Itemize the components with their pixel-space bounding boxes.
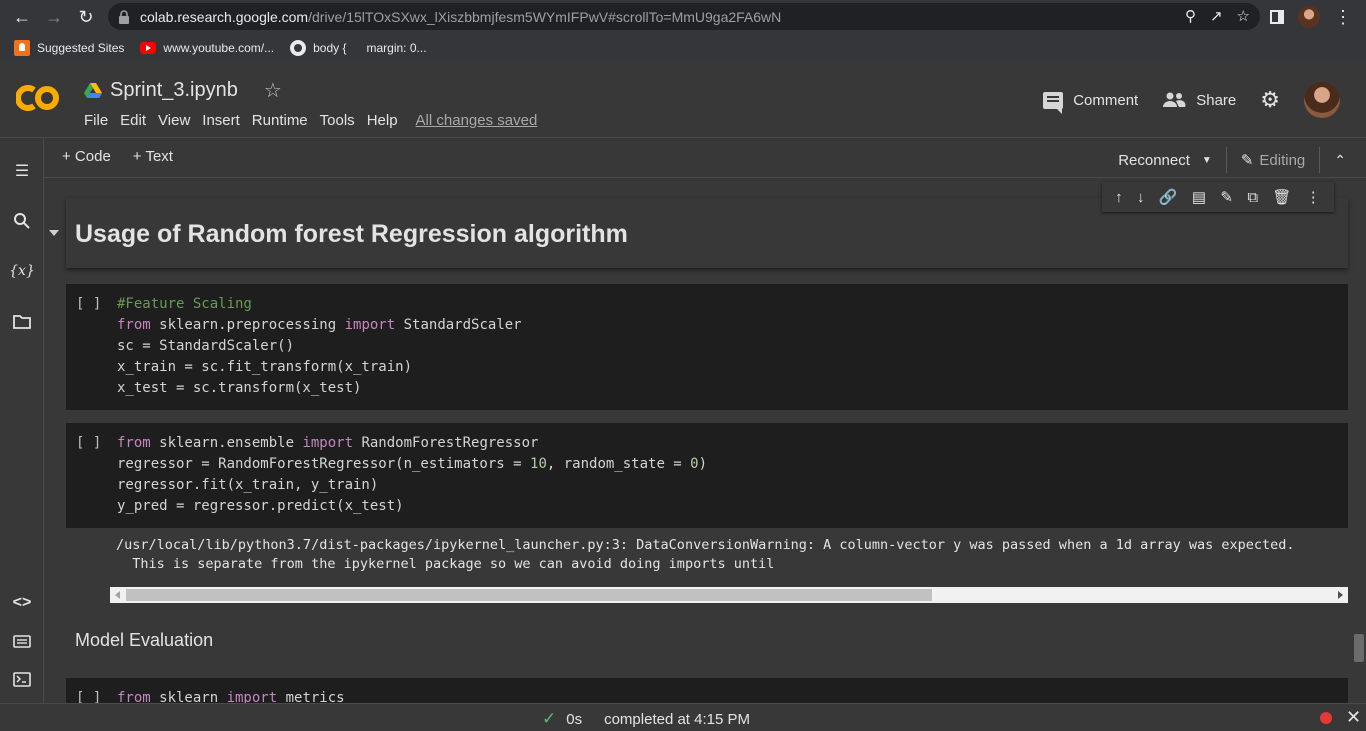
- folder-icon[interactable]: [11, 310, 33, 332]
- address-bar[interactable]: colab.research.google.com/drive/15lTOxSX…: [108, 3, 1260, 30]
- forward-arrow-icon[interactable]: →: [38, 3, 70, 31]
- menu-file[interactable]: File: [78, 112, 114, 129]
- notebook-title[interactable]: Sprint_3.ipynb: [110, 79, 238, 102]
- bookmark-github[interactable]: body {: [290, 40, 347, 56]
- side-panel-icon[interactable]: [1270, 10, 1284, 24]
- code-snippets-icon[interactable]: <>: [11, 592, 33, 614]
- mirror-cell-icon[interactable]: ⧉: [1247, 189, 1258, 206]
- output-line: This is separate from the ipykernel pack…: [116, 556, 775, 572]
- cell-output: /usr/local/lib/python3.7/dist-packages/i…: [116, 536, 1295, 574]
- status-bar: ✓ 0s completed at 4:15 PM ✕: [0, 703, 1366, 731]
- code-cell-scaling[interactable]: [ ] #Feature Scaling from sklearn.prepro…: [66, 284, 1348, 410]
- toolbar-divider: [1225, 147, 1227, 173]
- menu-edit[interactable]: Edit: [114, 112, 152, 129]
- variables-icon[interactable]: {x}: [9, 260, 35, 282]
- checkmark-icon: ✓: [542, 709, 557, 728]
- more-options-icon[interactable]: ⋮: [1306, 188, 1321, 206]
- share-page-icon[interactable]: ↗: [1210, 7, 1223, 25]
- notebook-area: Usage of Random forest Regression algori…: [44, 178, 1366, 703]
- cell-toolbar: ↑ ↓ 🔗 ▤ ✎ ⧉ 🗑 ⋮: [1102, 182, 1334, 212]
- scroll-right-icon[interactable]: [1338, 591, 1343, 599]
- save-status[interactable]: All changes saved: [410, 112, 544, 129]
- editing-mode-button[interactable]: ✎ Editing: [1240, 151, 1305, 170]
- run-cell-button[interactable]: [ ]: [76, 690, 101, 703]
- vertical-scrollbar-thumb[interactable]: [1354, 634, 1364, 662]
- reconnect-button[interactable]: Reconnect ▼: [1118, 152, 1212, 169]
- code-editor[interactable]: from sklearn import metrics: [117, 688, 345, 703]
- lock-icon: [119, 9, 129, 24]
- edit-pencil-icon[interactable]: ✎: [1220, 188, 1233, 206]
- colab-header: Sprint_3.ipynb ☆ File Edit View Insert R…: [0, 62, 1366, 138]
- bookmark-star-icon[interactable]: ☆: [1237, 7, 1250, 25]
- menu-tools[interactable]: Tools: [314, 112, 361, 129]
- user-avatar[interactable]: [1304, 82, 1340, 118]
- chrome-menu-icon[interactable]: ⋮: [1334, 8, 1352, 26]
- people-icon: [1163, 92, 1186, 107]
- settings-gear-icon[interactable]: ⚙: [1260, 87, 1280, 113]
- search-icon[interactable]: [11, 210, 33, 232]
- comment-icon: [1043, 91, 1064, 114]
- output-horizontal-scrollbar[interactable]: [110, 587, 1348, 603]
- menu-view[interactable]: View: [152, 112, 196, 129]
- star-icon[interactable]: ☆: [264, 78, 282, 103]
- code-editor[interactable]: from sklearn.ensemble import RandomFores…: [117, 433, 707, 517]
- browser-toolbar: ← → ↻ colab.research.google.com/drive/15…: [0, 0, 1366, 34]
- menu-runtime[interactable]: Runtime: [246, 112, 314, 129]
- command-palette-icon[interactable]: [11, 630, 33, 652]
- add-code-button[interactable]: + Code: [62, 148, 111, 165]
- pencil-icon: ✎: [1240, 152, 1254, 169]
- profile-avatar[interactable]: [1298, 6, 1320, 28]
- table-of-contents-icon[interactable]: ☰: [11, 160, 33, 182]
- menu-bar: File Edit View Insert Runtime Tools Help…: [78, 112, 543, 129]
- output-line: /usr/local/lib/python3.7/dist-packages/i…: [116, 537, 1295, 553]
- reload-icon[interactable]: ↻: [70, 3, 102, 31]
- close-icon[interactable]: ✕: [1346, 707, 1361, 728]
- bookmark-suggested-sites[interactable]: Suggested Sites: [14, 40, 124, 56]
- left-sidebar: ☰ {x} <>: [0, 138, 44, 703]
- back-arrow-icon[interactable]: ←: [6, 3, 38, 31]
- add-text-button[interactable]: + Text: [133, 148, 173, 165]
- share-button[interactable]: Share: [1162, 92, 1236, 109]
- zoom-icon[interactable]: ⚲: [1185, 7, 1196, 25]
- menu-help[interactable]: Help: [361, 112, 404, 129]
- section-heading: Usage of Random forest Regression algori…: [75, 220, 628, 248]
- url-host: colab.research.google.com: [140, 8, 309, 25]
- url-path: /drive/15lTOxSXwx_lXiszbbmjfesm5WYmIFPwV…: [308, 8, 782, 25]
- bookmarks-bar: Suggested Sites www.youtube.com/... body…: [0, 34, 1366, 62]
- colab-logo[interactable]: [16, 82, 62, 114]
- collapse-section-icon[interactable]: [49, 230, 59, 236]
- text-cell-heading[interactable]: Model Evaluation: [75, 630, 213, 651]
- suggested-sites-icon: [14, 40, 30, 56]
- scroll-left-icon[interactable]: [115, 591, 120, 599]
- delete-icon[interactable]: 🗑: [1272, 188, 1291, 206]
- terminal-icon[interactable]: [11, 668, 33, 690]
- scrollbar-thumb[interactable]: [126, 589, 932, 601]
- collapse-header-icon[interactable]: ⌃: [1334, 152, 1346, 169]
- code-editor[interactable]: #Feature Scaling from sklearn.preprocess…: [117, 294, 522, 399]
- youtube-icon: [140, 42, 157, 54]
- link-icon[interactable]: 🔗: [1159, 188, 1178, 206]
- code-cell-metrics[interactable]: [ ] from sklearn import metrics: [66, 678, 1348, 703]
- bookmark-margin[interactable]: margin: 0...: [367, 41, 427, 55]
- dropdown-arrow-icon[interactable]: ▼: [1202, 155, 1212, 166]
- move-down-icon[interactable]: ↓: [1137, 189, 1145, 206]
- toolbar-divider: [1319, 147, 1321, 173]
- run-cell-button[interactable]: [ ]: [76, 435, 101, 451]
- run-cell-button[interactable]: [ ]: [76, 296, 101, 312]
- google-drive-icon[interactable]: [84, 82, 102, 99]
- comment-button[interactable]: Comment: [1043, 91, 1138, 114]
- bookmark-youtube[interactable]: www.youtube.com/...: [140, 41, 274, 55]
- move-up-icon[interactable]: ↑: [1115, 189, 1123, 206]
- execution-duration: 0s: [566, 710, 583, 728]
- code-cell-regressor[interactable]: [ ] from sklearn.ensemble import RandomF…: [66, 423, 1348, 528]
- menu-insert[interactable]: Insert: [196, 112, 246, 129]
- completion-status[interactable]: completed at 4:15 PM: [604, 711, 750, 728]
- recording-indicator-icon: [1320, 712, 1332, 724]
- add-comment-icon[interactable]: ▤: [1192, 188, 1206, 206]
- github-icon: [290, 40, 307, 56]
- notebook-toolbar: + Code + Text Reconnect ▼ ✎ Editing ⌃: [44, 138, 1366, 178]
